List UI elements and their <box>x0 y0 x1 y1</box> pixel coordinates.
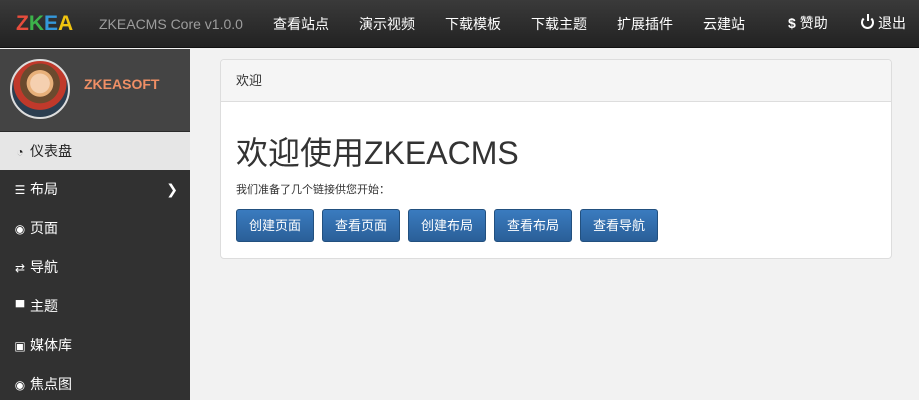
page-title: 欢迎使用ZKEACMS <box>236 135 519 171</box>
sidebar-item-themes[interactable]: ▀ 主题 <box>0 287 190 325</box>
top-navbar: ZKEA ZKEACMS Core v1.0.0 查看站点 演示视频 下载模板 … <box>0 0 919 48</box>
blackboard-icon: ▀ <box>15 300 25 314</box>
zkea-logo[interactable]: ZKEA <box>16 12 73 36</box>
sidebar-item-navigation[interactable]: ⇄ 导航 <box>0 248 190 286</box>
eye-icon: ◉ <box>14 378 26 392</box>
welcome-subtitle: 我们准备了几个链接供您开始： <box>236 184 390 196</box>
create-page-button[interactable]: 创建页面 <box>236 209 315 242</box>
retweet-icon: ⇄ <box>14 261 26 275</box>
dollar-icon: $ <box>788 15 796 31</box>
sidebar-item-pages[interactable]: ◉ 页面 <box>0 209 190 247</box>
nav-demo-video[interactable]: 演示视频 <box>359 15 415 33</box>
power-icon <box>861 14 874 29</box>
nav-view-site[interactable]: 查看站点 <box>273 15 329 33</box>
nav-cloud-site[interactable]: 云建站 <box>703 15 745 33</box>
user-profile: ZKEASOFT <box>0 49 190 132</box>
nav-download-themes[interactable]: 下载主题 <box>531 15 587 33</box>
username[interactable]: ZKEASOFT <box>84 76 159 92</box>
brand-version[interactable]: ZKEACMS Core v1.0.0 <box>99 15 243 33</box>
logout-link[interactable]: 退出 <box>861 14 906 32</box>
picture-icon: ▣ <box>14 339 26 353</box>
avatar[interactable] <box>10 59 70 119</box>
sidebar-item-dashboard[interactable]: ◔ 仪表盘 <box>0 132 190 170</box>
create-layout-button[interactable]: 创建布局 <box>408 209 487 242</box>
nav-download-templates[interactable]: 下载模板 <box>445 15 501 33</box>
sidebar-item-layout[interactable]: ☰ 布局 ❯ <box>0 170 190 208</box>
sidebar-item-carousel[interactable]: ◉ 焦点图 <box>0 365 190 400</box>
nav-plugins[interactable]: 扩展插件 <box>617 15 673 33</box>
dashboard-icon: ◔ <box>16 145 24 159</box>
eye-icon: ◉ <box>14 222 26 236</box>
welcome-panel: 欢迎 欢迎使用ZKEACMS 我们准备了几个链接供您开始： 创建页面 查看页面 … <box>220 59 892 259</box>
sidebar-item-media[interactable]: ▣ 媒体库 <box>0 326 190 364</box>
sidebar: ZKEASOFT ◔ 仪表盘 ☰ 布局 ❯ ◉ 页面 ⇄ 导航 ▀ 主题 ▣ 媒体库 ◉ 焦点… <box>0 49 190 400</box>
view-navigation-button[interactable]: 查看导航 <box>580 209 659 242</box>
layout-icon: ☰ <box>14 183 26 197</box>
view-layouts-button[interactable]: 查看布局 <box>494 209 573 242</box>
view-pages-button[interactable]: 查看页面 <box>322 209 401 242</box>
chevron-right-icon: ❯ <box>166 181 178 197</box>
donate-link[interactable]: $ 赞助 <box>788 14 828 32</box>
panel-heading: 欢迎 <box>221 60 891 102</box>
